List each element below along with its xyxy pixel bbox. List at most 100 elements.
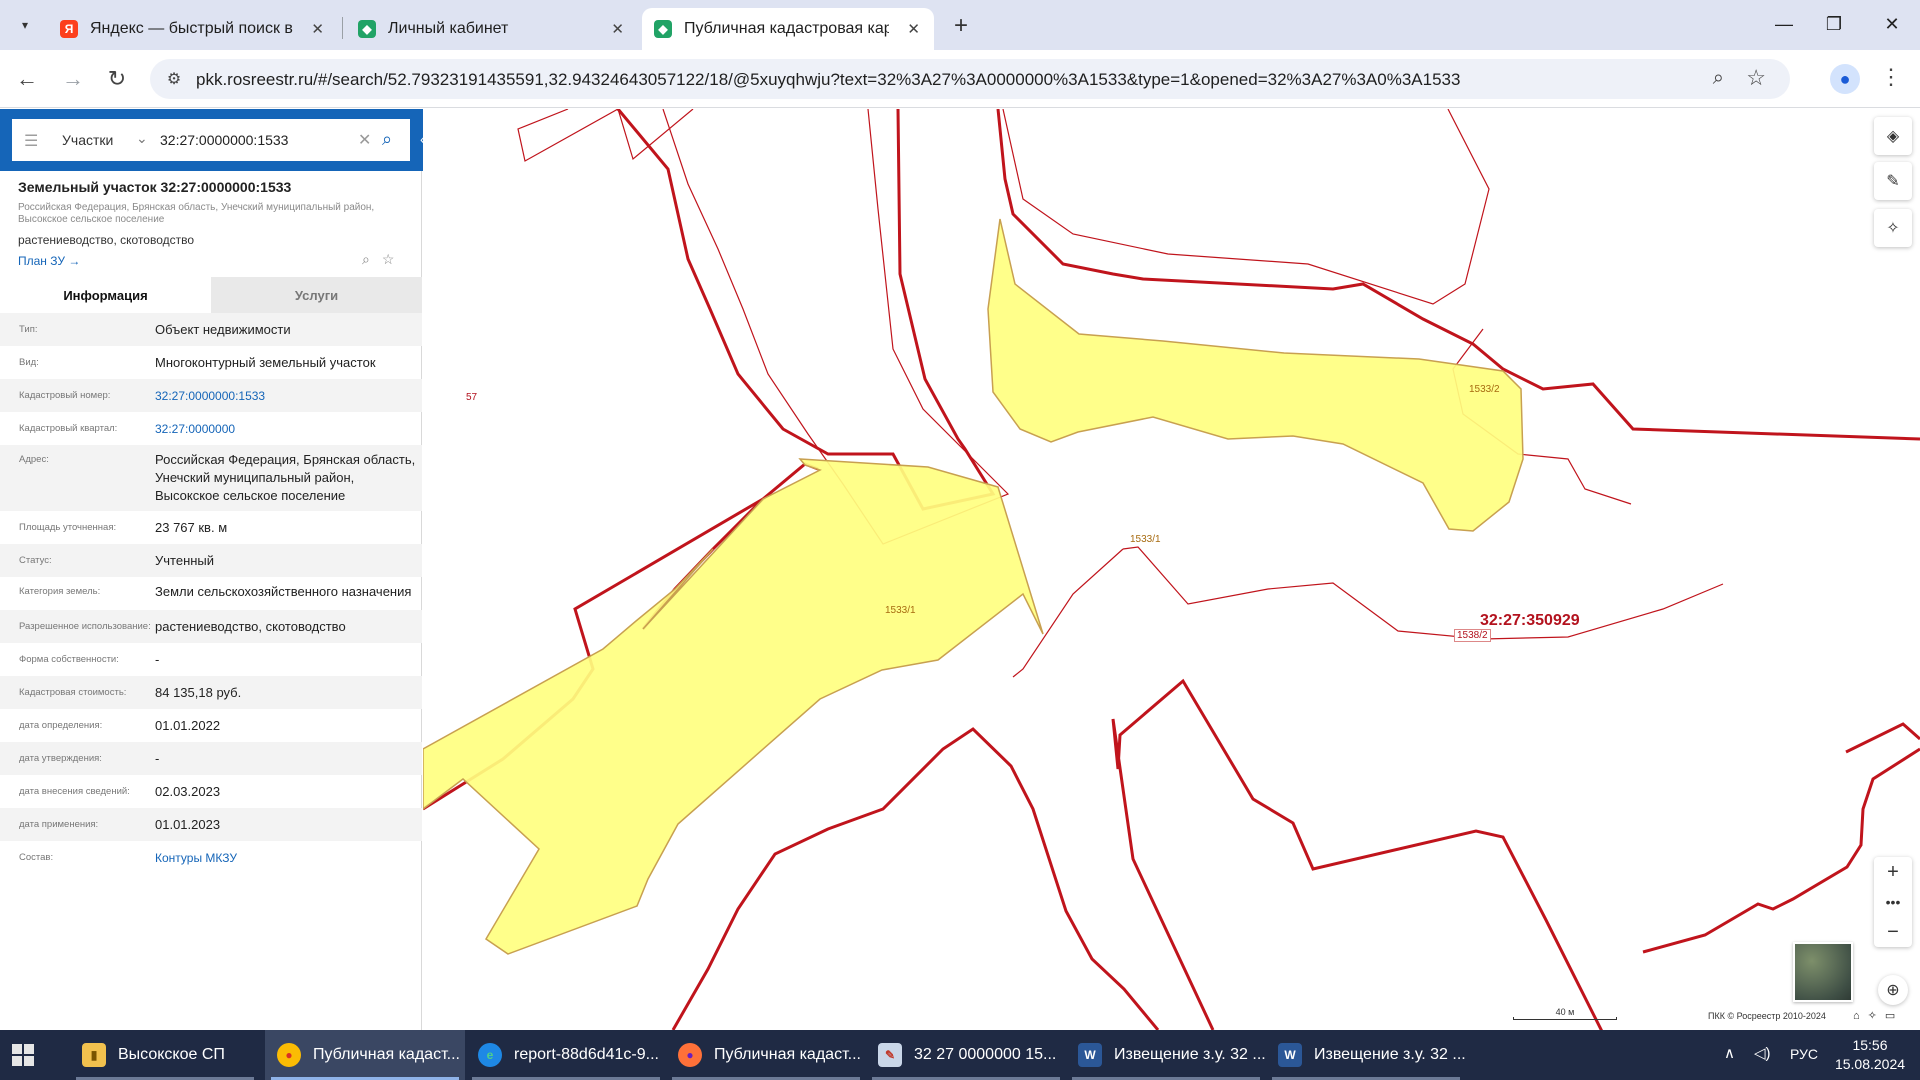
parcel-number-label: 1538/2 [1454, 629, 1491, 642]
menu-icon[interactable]: ☰ [24, 131, 38, 151]
taskbar-item-firefox[interactable]: ● Публичная кадаст... [666, 1030, 866, 1080]
taskbar-item-edge[interactable]: e report-88d6d41c-9... [466, 1030, 666, 1080]
row-value: - [155, 750, 160, 766]
cadastral-map[interactable]: 1533/2 1533/1 1533/1 32:27:350929 1538/2… [423, 109, 1920, 1030]
table-row: дата применения: 01.01.2023 [0, 808, 422, 841]
zoom-out-icon[interactable]: − [1874, 917, 1912, 947]
row-key: дата применения: [19, 818, 99, 830]
search-bar: ☰ Участки ⌄ 32:27:0000000:1533 ✕ ⌕ ‹ [0, 109, 436, 171]
taskbar-item-label: Высокское СП [118, 1046, 225, 1063]
browser-menu-icon[interactable]: ⋮ [1880, 64, 1902, 90]
taskbar-item-word-2[interactable]: W Извещение з.у. 32 ... [1266, 1030, 1466, 1080]
cadastral-quarter-link[interactable]: 32:27:0000000 [155, 420, 417, 438]
row-key: Кадастровый квартал: [19, 422, 118, 434]
forward-icon[interactable]: → [58, 64, 88, 94]
row-key: Тип: [19, 323, 38, 335]
fullscreen-icon[interactable]: ▭ [1885, 1010, 1895, 1022]
compass-icon[interactable]: ⊕ [1878, 975, 1908, 1005]
boundary-line [1122, 546, 1724, 640]
ruler-icon[interactable]: ✎ [1874, 162, 1912, 200]
info-tabs: Информация Услуги [0, 277, 422, 313]
attribute-table: Тип: Объект недвижимости Вид: Многоконтурн… [0, 313, 422, 874]
taskbar-item-label: 32 27 0000000 15... [914, 1046, 1057, 1063]
tray-chevron-icon[interactable]: ∧ [1724, 1044, 1735, 1062]
clear-icon[interactable]: ✕ [358, 130, 371, 150]
row-key: дата внесения сведений: [19, 785, 130, 797]
thick-boundaries [423, 109, 1920, 1030]
chevron-down-icon[interactable]: ⌄ [136, 130, 148, 147]
contours-link[interactable]: Контуры МКЗУ [155, 849, 417, 867]
tab-divider [342, 17, 343, 39]
tab-information[interactable]: Информация [0, 277, 211, 313]
zoom-in-icon[interactable]: + [1874, 857, 1912, 887]
search-input[interactable]: 32:27:0000000:1533 [160, 132, 288, 148]
object-actions: ⌕ ☆ [362, 251, 406, 268]
close-icon[interactable]: ✕ [907, 20, 920, 38]
parcel-contours [423, 218, 1524, 955]
favorite-star-icon[interactable]: ☆ [382, 251, 395, 267]
profile-avatar-icon[interactable]: ● [1830, 64, 1860, 94]
site-info-icon[interactable]: ⚙ [164, 69, 184, 89]
table-row: Адрес: Российская Федерация, Брянская обл… [0, 445, 422, 511]
folder-icon: ▮ [82, 1043, 106, 1067]
url-text[interactable]: pkk.rosreestr.ru/#/search/52.79323191435… [196, 70, 1460, 90]
taskbar-item-word-1[interactable]: W Извещение з.у. 32 ... [1066, 1030, 1266, 1080]
restore-button[interactable]: ❐ [1804, 8, 1864, 40]
row-value: 84 135,18 руб. [155, 684, 242, 700]
rosreestr-icon: ◆ [358, 20, 376, 38]
contour-1533-1-c [423, 458, 1044, 955]
word-icon: W [1278, 1043, 1302, 1067]
taskbar-item-paint[interactable]: ✎ 32 27 0000000 15... [866, 1030, 1066, 1080]
boundary-line [617, 109, 694, 161]
volume-icon[interactable]: ◁) [1754, 1044, 1771, 1062]
locate-icon[interactable]: ✧ [1874, 209, 1912, 247]
home-icon[interactable]: ⌂ [1853, 1010, 1860, 1022]
table-row: дата внесения сведений: 02.03.2023 [0, 775, 422, 808]
yandex-icon: Я [60, 20, 78, 38]
close-window-button[interactable]: ✕ [1862, 8, 1920, 40]
tab-search-button[interactable]: ▾ [10, 10, 40, 40]
row-key: Статус: [19, 554, 52, 566]
tab-cadastral-map[interactable]: ◆ Публичная кадастровая карта ✕ [642, 8, 934, 50]
table-row: Категория земель: Земли сельскохозяйствен… [0, 577, 422, 610]
table-row: Кадастровая стоимость: 84 135,18 руб. [0, 676, 422, 709]
zoom-icon[interactable]: ⌕ [1713, 67, 1724, 90]
info-panel: ☰ Участки ⌄ 32:27:0000000:1533 ✕ ⌕ ‹ Зем… [0, 109, 436, 1030]
object-title: Земельный участок 32:27:0000000:1533 [18, 179, 292, 195]
layers-icon[interactable]: ◈ [1874, 117, 1912, 155]
browser-tab-strip: ▾ Я Яндекс — быстрый поиск в ин ✕ ◆ Личн… [0, 0, 1920, 50]
clock[interactable]: 15:56 15.08.2024 [1834, 1036, 1906, 1074]
basemap-switcher[interactable] [1793, 942, 1853, 1002]
zoom-to-object-icon[interactable]: ⌕ [362, 251, 370, 267]
tab-services[interactable]: Услуги [211, 277, 422, 313]
tab-cabinet[interactable]: ◆ Личный кабинет ✕ [346, 8, 638, 50]
contour-label: 1533/1 [1130, 534, 1161, 545]
taskbar-item-chrome[interactable]: ● Публичная кадаст... [265, 1030, 465, 1080]
row-value: Учтенный [155, 552, 215, 568]
bookmark-star-icon[interactable]: ☆ [1746, 65, 1766, 91]
cadastral-number-link[interactable]: 32:27:0000000:1533 [155, 387, 417, 405]
plan-link[interactable]: План ЗУ → [18, 254, 80, 268]
windows-start-icon[interactable] [12, 1044, 34, 1066]
search-type-select[interactable]: Участки [62, 132, 113, 148]
search-icon[interactable]: ⌕ [382, 129, 392, 150]
taskbar-item-folder[interactable]: ▮ Высокское СП [70, 1030, 260, 1080]
close-icon[interactable]: ✕ [611, 20, 624, 38]
back-icon[interactable]: ← [12, 64, 42, 94]
tab-yandex[interactable]: Я Яндекс — быстрый поиск в ин ✕ [48, 8, 338, 50]
reload-icon[interactable]: ↻ [102, 64, 132, 94]
close-icon[interactable]: ✕ [311, 20, 324, 38]
address-bar[interactable]: ⚙ pkk.rosreestr.ru/#/search/52.793231914… [150, 59, 1790, 99]
firefox-icon: ● [678, 1043, 702, 1067]
new-tab-button[interactable]: + [948, 12, 974, 40]
row-key: Категория земель: [19, 586, 101, 597]
more-icon[interactable]: ••• [1874, 887, 1912, 917]
table-row: дата утверждения: - [0, 742, 422, 775]
row-key: дата определения: [19, 719, 103, 731]
locate-small-icon[interactable]: ✧ [1868, 1010, 1877, 1022]
parcel-number-label: 57 [466, 392, 478, 403]
table-row: Разрешенное использование: растениеводств… [0, 610, 422, 643]
clock-time: 15:56 [1852, 1037, 1888, 1053]
language-indicator[interactable]: РУС [1790, 1046, 1818, 1062]
boundary-line [671, 727, 1160, 1030]
